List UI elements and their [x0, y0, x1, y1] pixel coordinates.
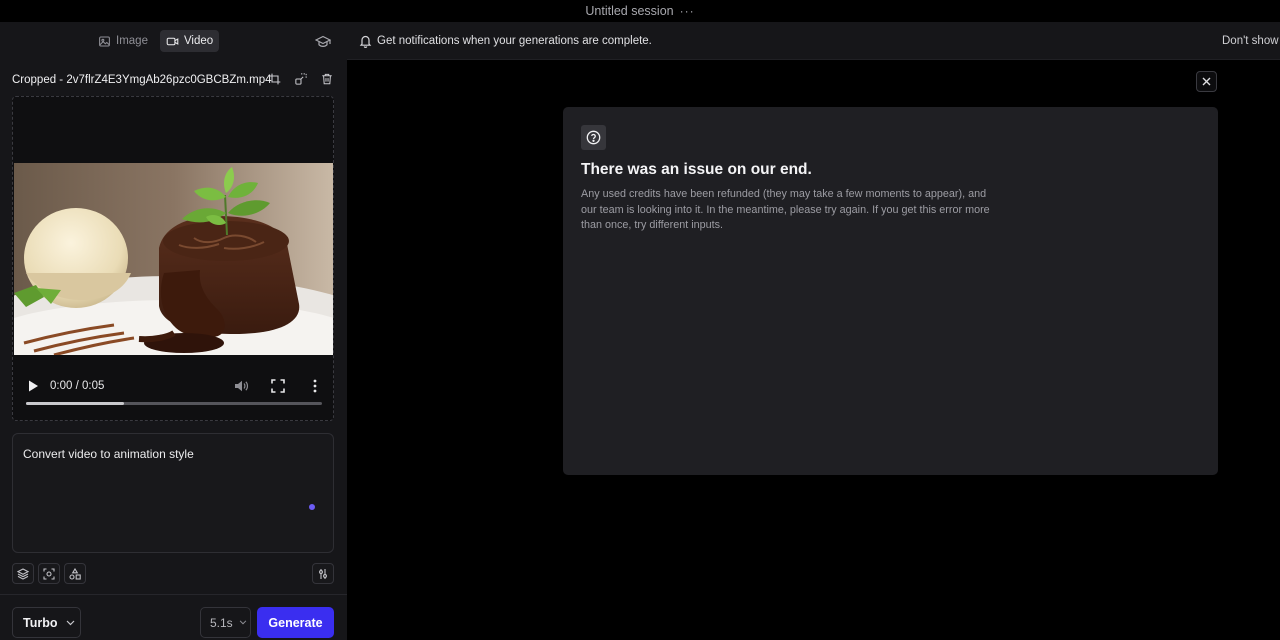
close-icon [1202, 77, 1211, 86]
model-select[interactable]: Turbo [12, 607, 81, 638]
model-label: Turbo [23, 615, 58, 630]
divider [0, 594, 347, 595]
layers-icon [17, 567, 29, 580]
mode-tabs: Image Video [92, 30, 220, 52]
video-time: 0:00 / 0:05 [50, 380, 104, 392]
top-bar: Untitled session ··· [0, 0, 1280, 22]
scan-face-icon [43, 567, 55, 580]
prompt-input[interactable]: Convert video to animation style [12, 433, 334, 553]
chevron-down-icon [67, 620, 75, 625]
graduation-cap-icon[interactable] [315, 35, 331, 49]
video-duration: 0:05 [82, 380, 105, 392]
more-vertical-icon[interactable] [311, 378, 319, 394]
video-frame[interactable] [14, 163, 333, 355]
file-actions [268, 72, 334, 86]
duration-label: 5.1s [210, 615, 233, 630]
layers-button[interactable] [12, 563, 34, 584]
video-progress-bar[interactable] [26, 402, 322, 405]
prompt-tools [12, 563, 334, 585]
shapes-button[interactable] [64, 563, 86, 584]
session-title[interactable]: Untitled session [585, 4, 673, 18]
notification-text: Get notifications when your generations … [377, 35, 652, 47]
tab-video[interactable]: Video [159, 30, 220, 52]
error-title: There was an issue on our end. [581, 161, 812, 178]
video-thumbnail [14, 163, 333, 355]
tab-image-label: Image [116, 35, 148, 47]
video-player[interactable]: 0:00 / 0:05 [12, 96, 334, 421]
error-card: There was an issue on our end. Any used … [563, 107, 1218, 475]
image-icon [99, 36, 110, 46]
video-icon [166, 37, 179, 45]
video-controls: 0:00 / 0:05 [13, 367, 333, 417]
sliders-icon [319, 568, 327, 579]
prompt-status-dot [309, 504, 315, 510]
chevron-down-icon [239, 620, 246, 625]
trash-icon[interactable] [320, 72, 334, 86]
video-time-separator: / [75, 380, 79, 392]
select-region-icon[interactable] [294, 72, 308, 86]
dont-show-again-link[interactable]: Don't show a [1222, 35, 1280, 47]
session-more-icon[interactable]: ··· [680, 4, 695, 18]
settings-button[interactable] [312, 563, 334, 584]
fullscreen-icon[interactable] [271, 379, 285, 393]
scan-button[interactable] [38, 563, 60, 584]
video-current-time: 0:00 [50, 380, 73, 392]
tab-video-label: Video [183, 35, 214, 47]
help-circle-icon [581, 125, 606, 150]
crop-icon[interactable] [268, 72, 282, 86]
video-progress-fill [26, 402, 124, 405]
error-message: Any used credits have been refunded (the… [581, 188, 990, 232]
volume-icon[interactable] [233, 378, 249, 394]
bell-icon [359, 35, 372, 48]
shapes-icon [69, 567, 81, 580]
notification-bar: Get notifications when your generations … [347, 22, 1280, 60]
file-name: Cropped - 2v7flrZ4E3YmgAb26pzc0GBCBZm.mp… [12, 74, 272, 86]
sidebar: Image Video Cropped - 2v7flrZ4E3YmgAb26p… [0, 22, 347, 640]
generate-button[interactable]: Generate [257, 607, 334, 638]
tab-image[interactable]: Image [92, 30, 154, 52]
duration-select[interactable]: 5.1s [200, 607, 251, 638]
close-button[interactable] [1196, 71, 1217, 92]
prompt-text: Convert video to animation style [23, 447, 194, 461]
play-icon[interactable] [27, 379, 39, 393]
file-row: Cropped - 2v7flrZ4E3YmgAb26pzc0GBCBZm.mp… [12, 72, 334, 88]
